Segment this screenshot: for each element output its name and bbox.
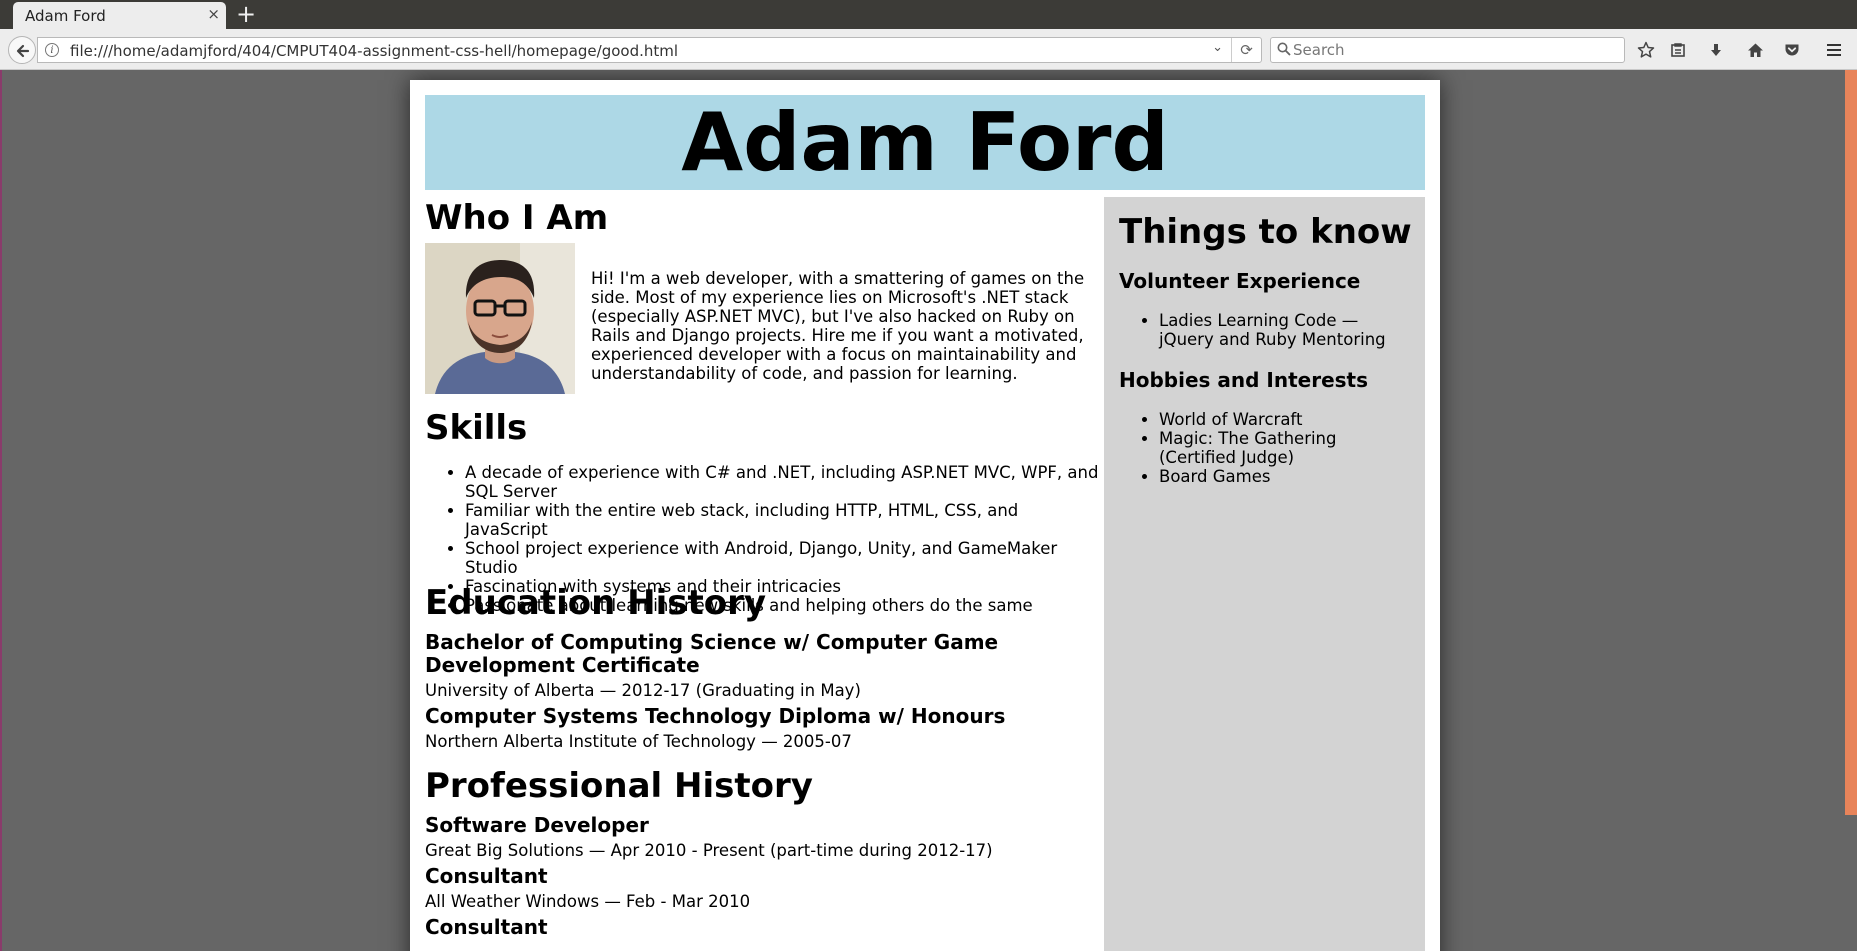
navigation-toolbar: i file:///home/adamjford/404/CMPUT404-as… bbox=[0, 29, 1857, 70]
content-viewport: Adam Ford Who I Am Hi! I'm a web develop… bbox=[0, 70, 1857, 951]
bookmark-star-button[interactable] bbox=[1634, 38, 1658, 62]
pocket-icon bbox=[1785, 44, 1799, 56]
star-icon bbox=[1637, 41, 1655, 58]
sidebar: Things to know Volunteer Experience Ladi… bbox=[1104, 197, 1425, 951]
sidebar-heading: Things to know bbox=[1119, 212, 1412, 252]
back-arrow-icon bbox=[16, 44, 30, 58]
left-edge bbox=[0, 70, 2, 951]
bio-paragraph: Hi! I'm a web developer, with a smatteri… bbox=[591, 269, 1085, 383]
professional-heading: Professional History bbox=[425, 766, 813, 806]
search-icon bbox=[1277, 42, 1291, 56]
home-button[interactable] bbox=[1743, 38, 1767, 62]
hamburger-menu-icon bbox=[1827, 44, 1841, 56]
list-item: A decade of experience with C# and .NET,… bbox=[465, 463, 1105, 501]
info-icon[interactable]: i bbox=[45, 43, 59, 57]
chevron-down-icon[interactable]: ⌄ bbox=[1212, 40, 1223, 55]
menu-button[interactable] bbox=[1822, 38, 1846, 62]
list-item: Board Games bbox=[1159, 467, 1414, 486]
page-title: Adam Ford bbox=[681, 96, 1169, 189]
list-item: Magic: The Gathering (Certified Judge) bbox=[1159, 429, 1414, 467]
reload-icon[interactable]: ⟳ bbox=[1231, 38, 1261, 62]
job-title: Consultant bbox=[425, 915, 548, 939]
education-detail: Northern Alberta Institute of Technology… bbox=[425, 732, 852, 751]
tab-bar: Adam Ford × + bbox=[0, 0, 1857, 29]
hobbies-list: World of Warcraft Magic: The Gathering (… bbox=[1159, 410, 1414, 486]
download-icon bbox=[1711, 44, 1721, 56]
list-item: Familiar with the entire web stack, incl… bbox=[465, 501, 1105, 539]
job-title: Consultant bbox=[425, 864, 548, 888]
volunteer-list: Ladies Learning Code — jQuery and Ruby M… bbox=[1159, 311, 1414, 349]
hobbies-heading: Hobbies and Interests bbox=[1119, 368, 1369, 392]
search-input[interactable] bbox=[1293, 39, 1613, 61]
scrollbar-thumb[interactable] bbox=[1845, 70, 1857, 815]
list-item: Ladies Learning Code — jQuery and Ruby M… bbox=[1159, 311, 1414, 349]
pocket-button[interactable] bbox=[1780, 38, 1804, 62]
education-degree: Computer Systems Technology Diploma w/ H… bbox=[425, 704, 1006, 728]
url-bar[interactable]: i file:///home/adamjford/404/CMPUT404-as… bbox=[37, 37, 1262, 63]
list-item: World of Warcraft bbox=[1159, 410, 1414, 429]
job-detail: Great Big Solutions — Apr 2010 - Present… bbox=[425, 841, 993, 860]
search-bar[interactable] bbox=[1270, 37, 1625, 63]
header-banner: Adam Ford bbox=[425, 95, 1425, 190]
profile-photo bbox=[425, 243, 575, 394]
skills-heading: Skills bbox=[425, 408, 528, 448]
who-i-am-heading: Who I Am bbox=[425, 198, 609, 238]
job-title: Software Developer bbox=[425, 813, 649, 837]
back-button[interactable] bbox=[8, 36, 36, 64]
home-icon bbox=[1747, 43, 1763, 57]
education-detail: University of Alberta — 2012-17 (Graduat… bbox=[425, 681, 861, 700]
close-tab-icon[interactable]: × bbox=[207, 5, 220, 23]
job-detail: All Weather Windows — Feb - Mar 2010 bbox=[425, 892, 751, 911]
reading-list-button[interactable] bbox=[1666, 38, 1690, 62]
clipboard-icon bbox=[1671, 43, 1685, 57]
education-heading: Education History bbox=[425, 583, 767, 623]
new-tab-button[interactable]: + bbox=[236, 0, 256, 29]
list-item: School project experience with Android, … bbox=[465, 539, 1105, 577]
tab-title: Adam Ford bbox=[25, 7, 106, 25]
page-container: Adam Ford Who I Am Hi! I'm a web develop… bbox=[410, 80, 1440, 951]
browser-tab[interactable]: Adam Ford × bbox=[13, 2, 226, 29]
url-text[interactable]: file:///home/adamjford/404/CMPUT404-assi… bbox=[70, 42, 678, 60]
downloads-button[interactable] bbox=[1704, 38, 1728, 62]
volunteer-heading: Volunteer Experience bbox=[1119, 269, 1361, 293]
education-degree: Bachelor of Computing Science w/ Compute… bbox=[425, 630, 999, 677]
